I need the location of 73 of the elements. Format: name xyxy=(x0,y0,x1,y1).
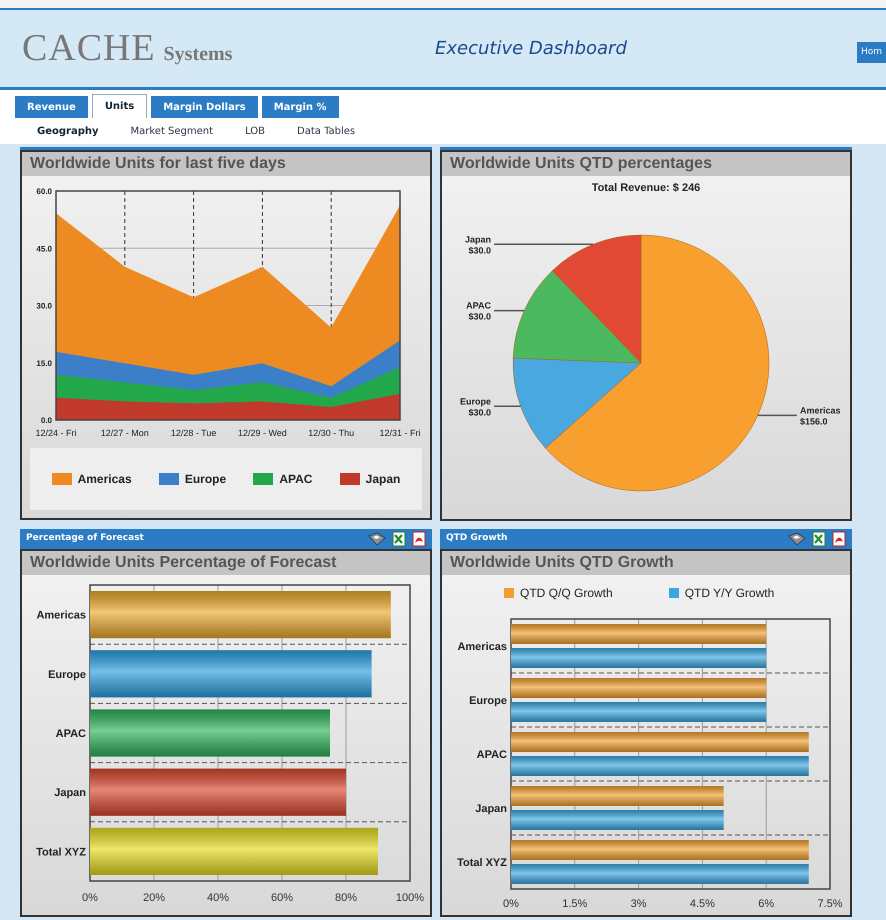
panel-title: Worldwide Units QTD Growth xyxy=(450,552,674,572)
slice-value: $30.0 xyxy=(468,244,491,255)
axis-label: 7.5% xyxy=(817,898,843,910)
pdf-icon[interactable] xyxy=(412,530,426,546)
axis-label: 100% xyxy=(396,892,424,904)
axis-label: 0.0 xyxy=(40,416,52,425)
panel-title: Worldwide Units QTD percentages xyxy=(450,154,712,174)
legend-label: Europe xyxy=(184,471,226,488)
legend-label: APAC xyxy=(279,471,312,488)
slice-label: APAC xyxy=(466,300,491,310)
axis-label: APAC xyxy=(56,728,86,740)
logo-suffix: Systems xyxy=(164,42,232,67)
subtab[interactable]: Data Tables xyxy=(297,124,356,138)
axis-label: 12/31 - Fri xyxy=(380,428,420,438)
axis-label: 0% xyxy=(82,892,98,904)
page-title: Executive Dashboard xyxy=(435,37,628,61)
axis-label: 12/30 - Thu xyxy=(308,428,354,438)
axis-label: 6% xyxy=(758,898,774,910)
slice-label: Americas xyxy=(800,404,841,415)
legend-label: Japan xyxy=(366,471,400,488)
slice-label: Japan xyxy=(464,234,491,244)
axis-label: APAC xyxy=(476,748,507,760)
axis-label: 80% xyxy=(334,892,358,904)
axis-label: 4.5% xyxy=(690,898,715,910)
leader-line xyxy=(758,414,797,416)
slice-value: $30.0 xyxy=(468,311,491,322)
panel-header-title: Percentage of Forecast xyxy=(26,532,144,545)
logo-text: CACHE xyxy=(22,26,156,71)
axis-label: 40% xyxy=(206,892,230,904)
leader-line xyxy=(494,309,524,311)
axis-label: 0% xyxy=(503,898,519,910)
axis-label: Japan xyxy=(54,786,86,799)
slice-value: $30.0 xyxy=(468,406,491,417)
legend-label: QTD Y/Y Growth xyxy=(684,584,774,602)
axis-label: Total XYZ xyxy=(457,856,507,868)
axis-label: 45.0 xyxy=(36,244,52,254)
axis-label: 12/27 - Mon xyxy=(100,428,149,438)
slice-value: $156.0 xyxy=(800,416,828,426)
subtab[interactable]: Market Segment xyxy=(130,124,214,138)
tab[interactable]: Revenue xyxy=(15,96,88,118)
axis-label: Europe xyxy=(48,668,86,680)
leader-line xyxy=(494,405,521,407)
axis-label: Americas xyxy=(36,609,86,622)
axis-label: 12/24 - Fri xyxy=(36,428,76,438)
axis-label: Europe xyxy=(469,694,507,706)
axis-label: 12/28 - Tue xyxy=(170,428,216,438)
axis-label: 1.5% xyxy=(562,898,588,910)
panel-title: Worldwide Units Percentage of Forecast xyxy=(30,552,336,572)
axis-label: 30.0 xyxy=(36,302,52,310)
axis-label: 15.0 xyxy=(36,358,52,368)
subtab[interactable]: Geography xyxy=(37,124,98,138)
slice-label: Europe xyxy=(460,396,491,406)
axis-label: 20% xyxy=(142,892,166,904)
chart-subtitle: Total Revenue: $ 246 xyxy=(590,181,702,196)
axis-label: 60% xyxy=(270,892,294,904)
axis-label: 3% xyxy=(630,898,647,910)
axis-label: Americas xyxy=(457,640,507,652)
legend-label: QTD Q/Q Growth xyxy=(520,584,613,602)
panel-title: Worldwide Units for last five days xyxy=(30,154,286,174)
home-button[interactable]: Hom xyxy=(856,42,886,64)
spreadsheet-icon[interactable] xyxy=(392,530,406,546)
subtab[interactable]: LOB xyxy=(245,124,266,138)
tab[interactable]: Margin Dollars xyxy=(151,96,258,118)
pdf-icon[interactable] xyxy=(832,530,846,546)
panel-header-title: QTD Growth xyxy=(446,532,508,545)
spreadsheet-icon[interactable] xyxy=(812,530,826,546)
tab[interactable]: Units xyxy=(92,94,148,118)
tab[interactable]: Margin % xyxy=(262,96,339,118)
axis-label: 12/29 - Wed xyxy=(238,428,287,438)
axis-label: Total XYZ xyxy=(36,846,86,858)
axis-label: Japan xyxy=(475,802,507,814)
legend-label: Americas xyxy=(78,471,132,488)
axis-label: 60.0 xyxy=(36,187,52,196)
